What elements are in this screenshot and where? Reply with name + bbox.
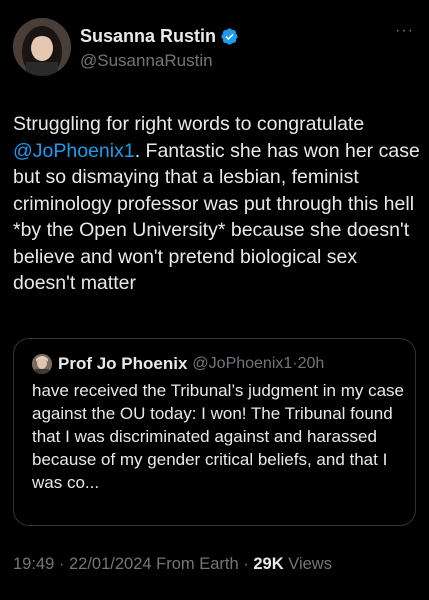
author-handle[interactable]: @SusannaRustin	[80, 51, 213, 71]
quoted-time: 20h	[297, 355, 325, 372]
author-avatar[interactable]	[13, 18, 71, 76]
tweet-text-start: Struggling for right words to congratula…	[13, 113, 370, 135]
tweet-header: Susanna Rustin @SusannaRustin ···	[13, 18, 416, 78]
quoted-author-avatar	[32, 354, 52, 374]
quoted-tweet[interactable]: Prof Jo Phoenix @JoPhoenix1 · 20h have r…	[13, 338, 416, 526]
quoted-tweet-text: have received the Tribunal’s judgment in…	[32, 381, 404, 492]
tweet-text-end: . Fantastic she has won her case but so …	[13, 139, 426, 295]
meta-separator: ·	[54, 555, 69, 573]
quoted-tweet-header: Prof Jo Phoenix @JoPhoenix1 · 20h	[32, 351, 401, 377]
tweet-text: Struggling for right words to congratula…	[13, 111, 421, 297]
author-avatar-image	[13, 18, 71, 76]
author-display-name[interactable]: Susanna Rustin	[80, 26, 216, 47]
mention-link[interactable]: @JoPhoenix1	[13, 140, 135, 162]
more-options-icon[interactable]: ···	[395, 22, 414, 40]
views-count[interactable]: 29K	[253, 555, 283, 573]
quoted-author-handle: @JoPhoenix1	[192, 355, 293, 372]
tweet-time[interactable]: 19:49	[13, 555, 54, 573]
quoted-author-name: Prof Jo Phoenix	[58, 354, 188, 373]
meta-separator: ·	[238, 555, 254, 573]
tweet-meta: 19:49 · 22/01/2024 From Earth · 29K View…	[13, 555, 332, 574]
views-label: Views	[288, 555, 332, 573]
verified-badge-icon	[220, 27, 239, 46]
tweet-source: From Earth	[156, 555, 239, 573]
tweet-date[interactable]: 22/01/2024	[69, 555, 152, 573]
